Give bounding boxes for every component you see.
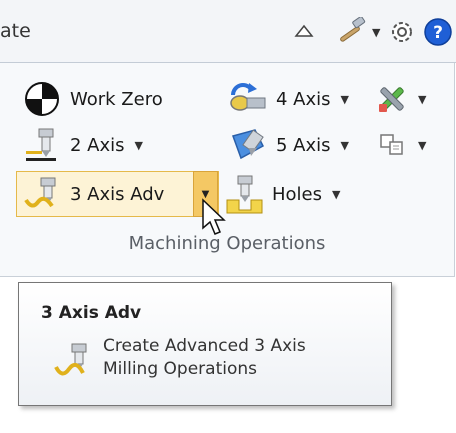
five-axis-label: 5 Axis	[276, 134, 331, 156]
tooltip-title: 3 Axis Adv	[41, 303, 142, 323]
three-axis-adv-label: 3 Axis Adv	[70, 183, 165, 205]
hammer-dropdown-caret[interactable]: ▼	[372, 26, 380, 39]
four-axis-icon	[226, 77, 270, 121]
work-zero-button[interactable]: Work Zero	[20, 77, 163, 121]
hammer-icon[interactable]	[332, 14, 368, 50]
five-axis-button[interactable]: 5 Axis ▼	[226, 123, 349, 167]
work-zero-icon	[20, 77, 64, 121]
three-axis-adv-icon	[20, 172, 64, 216]
four-axis-dropdown-caret[interactable]: ▼	[341, 93, 349, 106]
svg-text:?: ?	[433, 23, 443, 43]
copy-button[interactable]: ▼	[370, 123, 426, 167]
two-axis-button[interactable]: 2 Axis ▼	[20, 123, 143, 167]
four-axis-label: 4 Axis	[276, 88, 331, 110]
copy-dropdown-caret[interactable]: ▼	[418, 139, 426, 152]
tools-icon	[370, 77, 414, 121]
work-zero-label: Work Zero	[70, 88, 163, 110]
holes-label: Holes	[272, 183, 323, 205]
two-axis-label: 2 Axis	[70, 134, 125, 156]
three-axis-adv-button[interactable]: 3 Axis Adv	[20, 172, 164, 216]
ribbon-tab-label[interactable]: ate	[0, 20, 31, 42]
tooltip-description: Create Advanced 3 Axis Milling Operation…	[103, 336, 306, 379]
two-axis-dropdown-caret[interactable]: ▼	[135, 139, 143, 152]
mouse-cursor-icon	[202, 198, 226, 235]
tooltip-three-axis-adv: 3 Axis Adv Create Advanced 3 Axis Millin…	[18, 282, 392, 406]
holes-dropdown-caret[interactable]: ▼	[332, 188, 340, 201]
holes-icon	[222, 172, 266, 216]
gear-icon[interactable]	[384, 14, 420, 50]
group-label-machining-operations: Machining Operations	[128, 233, 326, 254]
three-axis-adv-icon	[54, 343, 87, 376]
help-icon[interactable]: ?	[420, 14, 456, 50]
tools-button[interactable]: ▼	[370, 77, 426, 121]
chevron-up-icon[interactable]	[286, 14, 322, 50]
copy-icon	[370, 123, 414, 167]
ribbon-tab-bar: ate ▼ ?	[0, 0, 456, 63]
four-axis-button[interactable]: 4 Axis ▼	[226, 77, 349, 121]
two-axis-icon	[20, 123, 64, 167]
five-axis-dropdown-caret[interactable]: ▼	[341, 139, 349, 152]
holes-button[interactable]: Holes ▼	[222, 172, 340, 216]
tools-dropdown-caret[interactable]: ▼	[418, 93, 426, 106]
five-axis-icon	[226, 123, 270, 167]
